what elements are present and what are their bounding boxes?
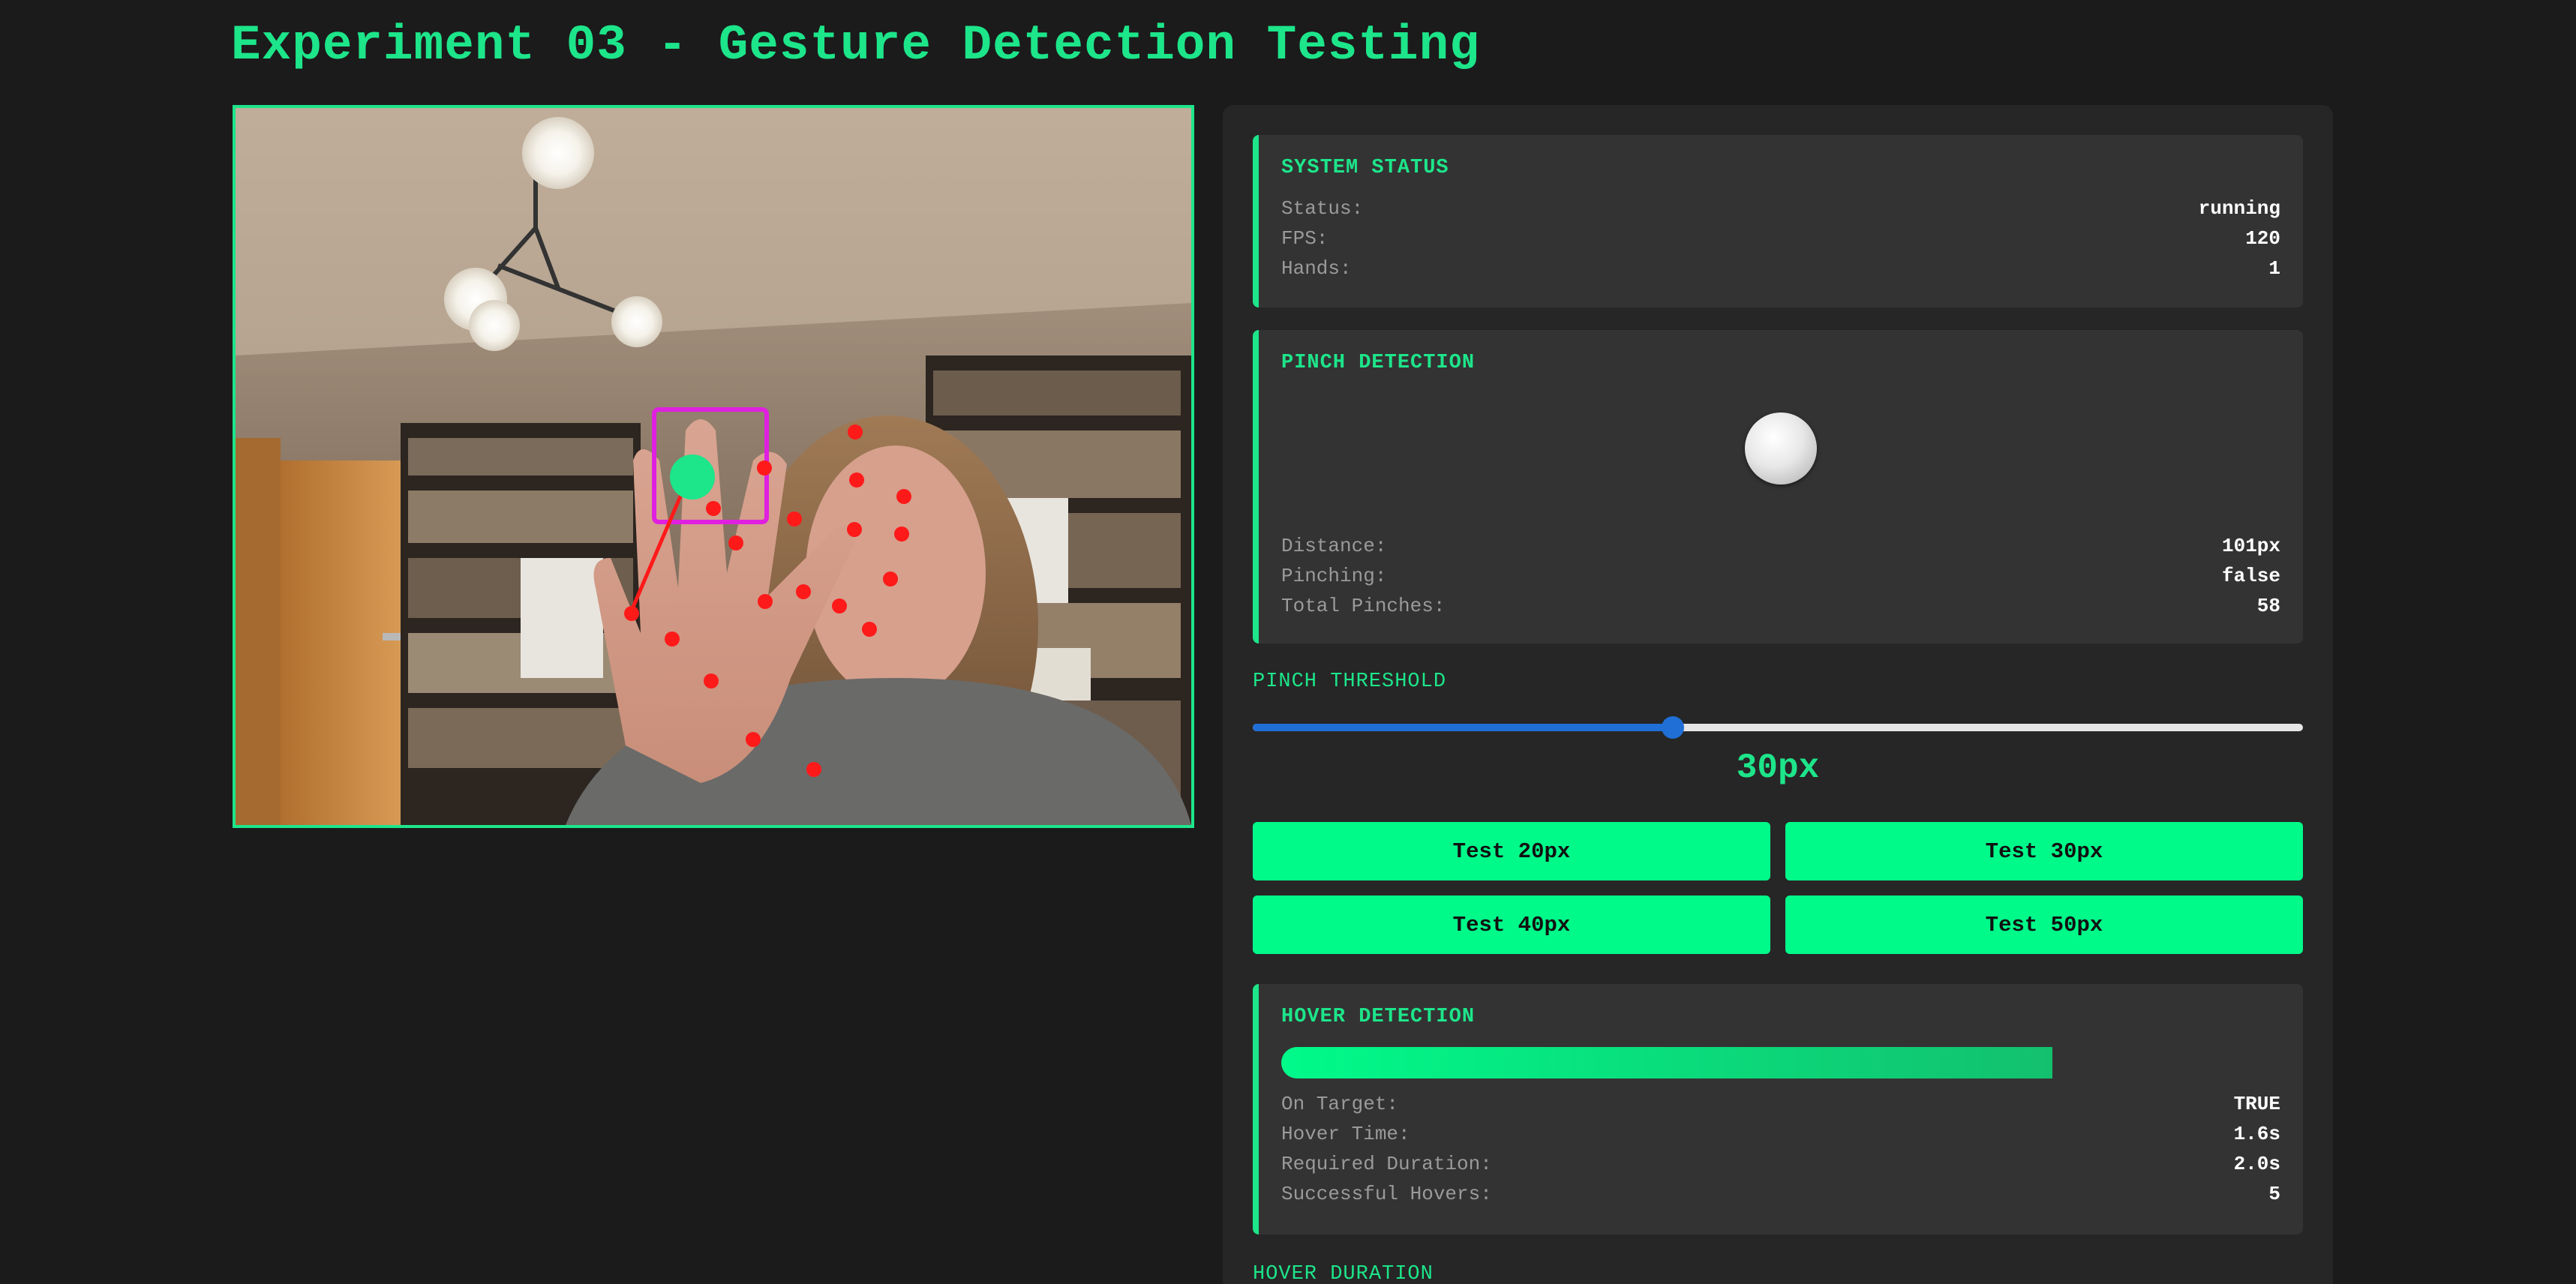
hands-label: Hands: [1281, 257, 1352, 280]
hover-detection-title: HOVER DETECTION [1281, 1006, 1476, 1028]
on-target-label: On Target: [1281, 1093, 1399, 1115]
test-30px-button[interactable]: Test 30px [1785, 822, 2303, 880]
slider-fill [1253, 724, 1673, 731]
page-title: Experiment 03 - Gesture Detection Testin… [231, 17, 1480, 74]
pinch-threshold-slider[interactable] [1253, 716, 2303, 739]
system-status-card: SYSTEM STATUS Status: running FPS: 120 H… [1253, 135, 2303, 308]
hover-time-value: 1.6s [2233, 1123, 2280, 1145]
pinch-threshold-label: PINCH THRESHOLD [1253, 670, 1447, 693]
required-duration-row: Required Duration: 2.0s [1281, 1149, 2280, 1179]
page: Experiment 03 - Gesture Detection Testin… [0, 0, 2576, 1284]
status-label: Status: [1281, 197, 1364, 220]
pinching-label: Pinching: [1281, 565, 1387, 587]
distance-label: Distance: [1281, 535, 1387, 557]
required-duration-label: Required Duration: [1281, 1153, 1492, 1175]
hands-row: Hands: 1 [1281, 254, 2280, 284]
test-40px-button[interactable]: Test 40px [1253, 896, 1770, 954]
control-panel: SYSTEM STATUS Status: running FPS: 120 H… [1223, 105, 2333, 1284]
fps-row: FPS: 120 [1281, 224, 2280, 254]
hover-progress-bar [1281, 1047, 2052, 1078]
pinching-row: Pinching: false [1281, 561, 2280, 591]
system-status-title: SYSTEM STATUS [1281, 157, 1449, 179]
camera-scene [236, 108, 1191, 825]
test-50px-button[interactable]: Test 50px [1785, 896, 2303, 954]
required-duration-value: 2.0s [2233, 1153, 2280, 1175]
status-row: Status: running [1281, 194, 2280, 224]
test-20px-button[interactable]: Test 20px [1253, 822, 1770, 880]
successful-hovers-value: 5 [2268, 1183, 2280, 1205]
on-target-value: TRUE [2233, 1093, 2280, 1115]
pinch-threshold-value: 30px [1736, 748, 1820, 788]
hover-duration-label: HOVER DURATION [1253, 1263, 1434, 1284]
distance-value: 101px [2221, 535, 2280, 557]
door [281, 460, 401, 825]
fps-value: 120 [2245, 227, 2280, 250]
hands-value: 1 [2268, 257, 2280, 280]
distance-row: Distance: 101px [1281, 531, 2280, 561]
pinch-detection-title: PINCH DETECTION [1281, 352, 1476, 374]
fps-label: FPS: [1281, 227, 1329, 250]
pinching-value: false [2221, 565, 2280, 587]
hover-detection-card: HOVER DETECTION On Target: TRUE Hover Ti… [1253, 984, 2303, 1234]
total-pinches-label: Total Pinches: [1281, 595, 1446, 617]
door-handle [383, 633, 401, 640]
door-frame [236, 438, 281, 825]
successful-hovers-label: Successful Hovers: [1281, 1183, 1492, 1205]
on-target-row: On Target: TRUE [1281, 1089, 2280, 1119]
hover-time-row: Hover Time: 1.6s [1281, 1119, 2280, 1149]
total-pinches-value: 58 [2256, 595, 2280, 617]
camera-feed [233, 105, 1194, 828]
hover-time-label: Hover Time: [1281, 1123, 1410, 1145]
total-pinches-row: Total Pinches: 58 [1281, 591, 2280, 621]
pinch-detection-card: PINCH DETECTION Distance: 101px Pinching… [1253, 330, 2303, 644]
status-value: running [2198, 197, 2280, 220]
hand-cursor [670, 454, 715, 500]
pinch-indicator [1745, 412, 1817, 484]
slider-thumb[interactable] [1662, 716, 1684, 739]
successful-hovers-row: Successful Hovers: 5 [1281, 1179, 2280, 1209]
